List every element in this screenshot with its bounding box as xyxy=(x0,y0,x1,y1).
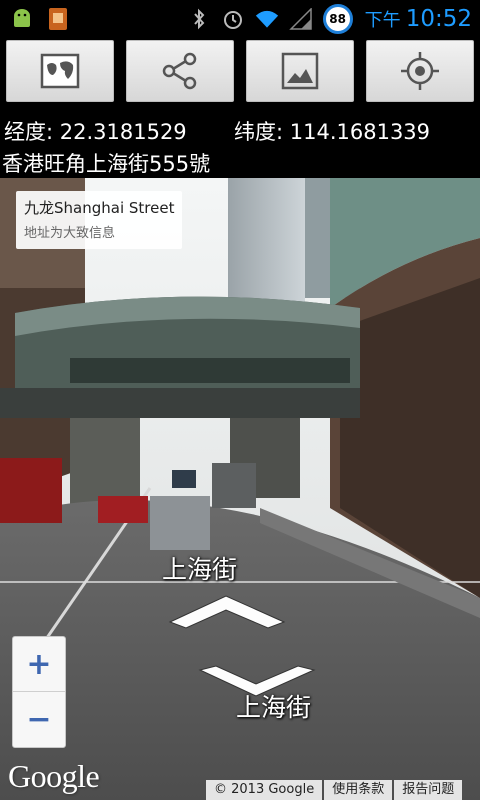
zoom-out-button[interactable]: − xyxy=(13,692,65,747)
signal-icon xyxy=(288,6,313,32)
coordinates-row: 经度: 22.3181529 纬度: 114.1681339 xyxy=(4,116,480,146)
photo-button[interactable] xyxy=(246,40,354,102)
street-label-upper: 上海街 xyxy=(162,555,238,584)
navigate-forward-arrow[interactable] xyxy=(168,592,286,630)
toolbar xyxy=(0,38,480,106)
image-icon xyxy=(281,52,319,90)
clock-time: 10:52 xyxy=(405,6,472,32)
address-label: 香港旺角上海街555號 xyxy=(2,152,211,176)
street-label-lower: 上海街 xyxy=(236,693,312,722)
location-card-subtitle: 地址为大致信息 xyxy=(24,226,116,241)
copyright-text: © 2013 Google xyxy=(206,780,323,800)
status-bar: 88 下午 10:52 xyxy=(0,0,480,38)
clock-ampm: 下午 xyxy=(364,10,401,31)
zoom-in-button[interactable]: + xyxy=(13,637,65,692)
wifi-icon xyxy=(255,6,279,32)
app-notification-icon xyxy=(46,6,70,32)
zoom-control: + − xyxy=(12,636,66,748)
longitude-label: 纬度: 114.1681339 xyxy=(234,120,431,144)
locate-icon xyxy=(401,52,439,90)
map-footer: © 2013 Google 使用条款 报告问题 xyxy=(206,780,463,800)
report-problem-link[interactable]: 报告问题 xyxy=(394,780,463,800)
bluetooth-icon xyxy=(187,6,211,32)
alarm-icon xyxy=(221,6,245,32)
map-button[interactable] xyxy=(6,40,114,102)
terms-link[interactable]: 使用条款 xyxy=(324,780,393,800)
latitude-label: 经度: 22.3181529 xyxy=(4,120,187,144)
share-button[interactable] xyxy=(126,40,234,102)
map-icon xyxy=(40,53,80,89)
battery-badge: 88 xyxy=(322,4,353,34)
location-info-card[interactable]: 九龙Shanghai Street 地址为大致信息 xyxy=(16,191,182,249)
android-debug-icon xyxy=(10,6,34,32)
locate-button[interactable] xyxy=(366,40,474,102)
street-view-panorama[interactable]: 九龙Shanghai Street 地址为大致信息 上海街 上海街 + − Go… xyxy=(0,178,480,800)
location-card-title: 九龙Shanghai Street xyxy=(24,199,175,217)
google-logo: Google xyxy=(8,758,100,794)
share-icon xyxy=(162,52,197,90)
